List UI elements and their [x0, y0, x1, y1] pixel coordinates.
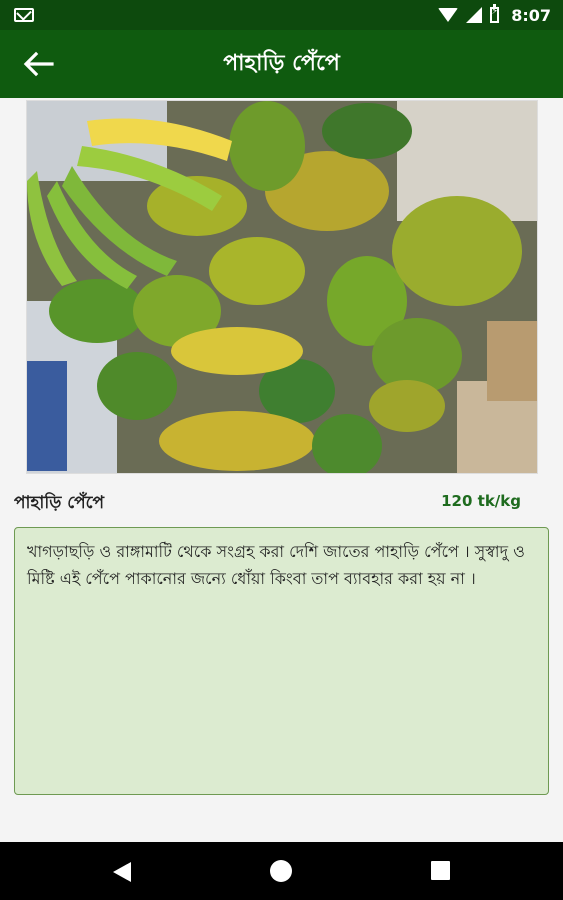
system-nav-bar — [0, 842, 563, 900]
home-circle-icon[interactable] — [270, 860, 292, 882]
gmail-icon — [14, 8, 34, 22]
product-price: 120 tk/kg — [441, 492, 521, 510]
status-bar: 8:07 — [0, 0, 563, 30]
status-time: 8:07 — [511, 5, 551, 25]
page-title: পাহাড়ি পেঁপে — [223, 51, 340, 76]
back-triangle-icon[interactable] — [113, 862, 131, 882]
status-icons: 8:07 — [438, 0, 551, 30]
signal-icon — [466, 7, 483, 23]
wifi-icon — [438, 8, 459, 22]
product-image — [26, 100, 538, 474]
app-bar: পাহাড়ি পেঁপে — [0, 30, 563, 98]
recents-square-icon[interactable] — [431, 861, 450, 880]
battery-icon — [490, 4, 500, 23]
description-box: খাগড়াছড়ি ও রাঙ্গামাটি থেকে সংগ্রহ করা … — [14, 527, 549, 795]
product-description: খাগড়াছড়ি ও রাঙ্গামাটি থেকে সংগ্রহ করা … — [27, 542, 525, 588]
product-name: পাহাড়ি পেঁপে — [14, 493, 105, 513]
